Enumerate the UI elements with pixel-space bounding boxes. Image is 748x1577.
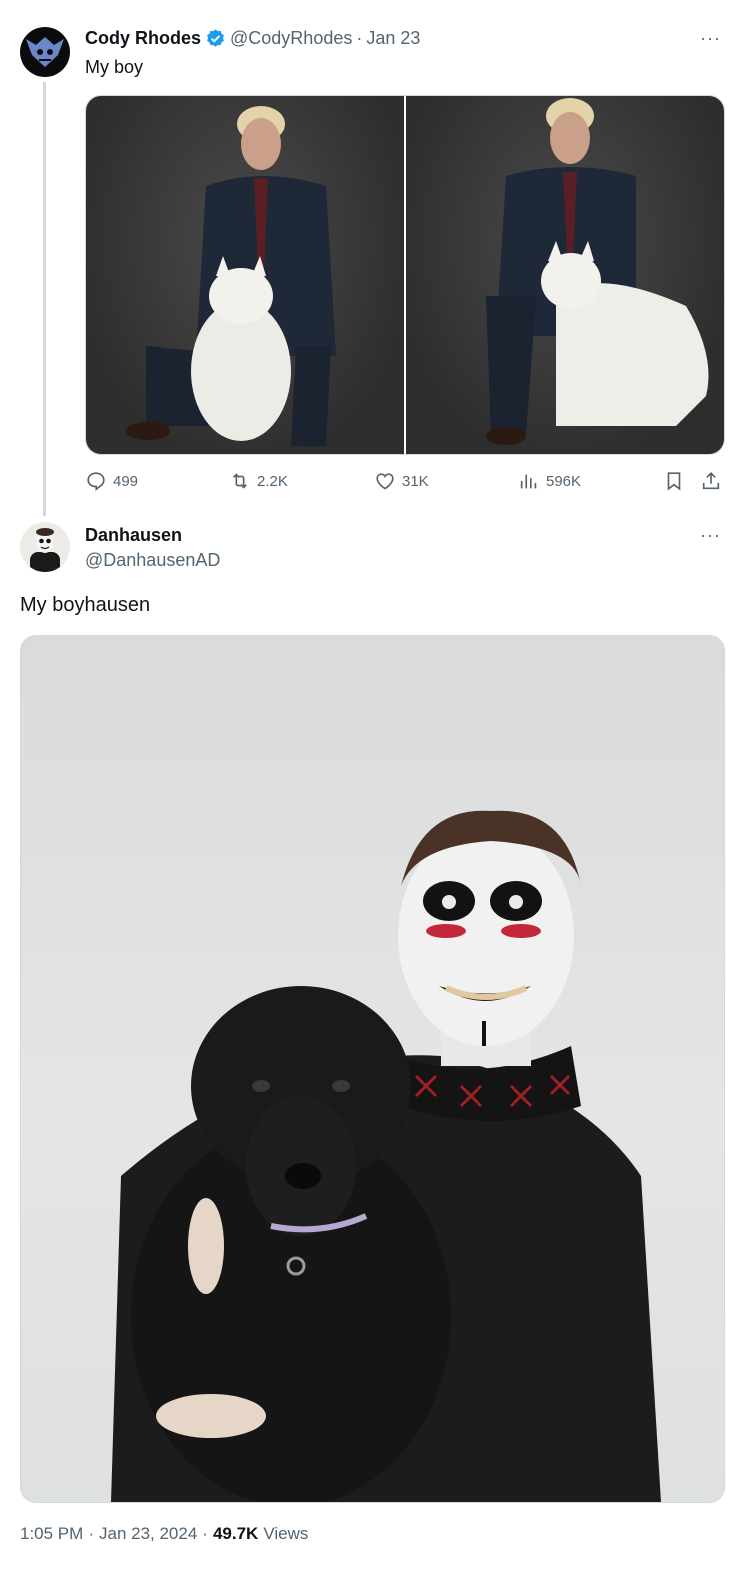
verified-badge-icon <box>207 29 224 47</box>
reply-count: 499 <box>113 472 139 490</box>
cody-header: Cody Rhodes @CodyRhodes · Jan 23 <box>85 28 420 49</box>
danhausen-media[interactable] <box>20 635 725 1503</box>
retweet-icon <box>232 473 248 489</box>
danhausen-more-button[interactable]: ··· <box>700 525 721 546</box>
retweet-button[interactable]: 2.2K <box>229 470 288 492</box>
tweet-meta-footer: 1:05 PM · Jan 23, 2024 · 49.7K Views <box>20 1524 308 1544</box>
analytics-icon <box>520 474 537 489</box>
views-button[interactable]: 596K <box>518 470 581 492</box>
cody-photo-right[interactable] <box>406 96 724 454</box>
share-button[interactable] <box>700 470 722 492</box>
danhausen-with-poodle-image <box>111 810 661 1502</box>
reply-icon <box>87 472 105 491</box>
footer-separator: · <box>88 1524 94 1543</box>
heart-icon <box>376 473 394 490</box>
retweet-count: 2.2K <box>257 472 288 490</box>
danhausen-avatar[interactable] <box>20 522 70 572</box>
footer-separator: · <box>202 1524 208 1543</box>
man-with-white-dog-image <box>126 106 336 446</box>
danhausen-display-name[interactable]: Danhausen <box>85 525 182 546</box>
cody-display-name[interactable]: Cody Rhodes <box>85 28 201 49</box>
like-count: 31K <box>402 472 429 490</box>
post-time[interactable]: 1:05 PM <box>20 1524 83 1544</box>
cody-photo-left[interactable] <box>86 96 404 454</box>
cody-tweet-text: My boy <box>85 57 144 77</box>
post-views-count: 49.7K <box>212 1524 259 1543</box>
danhausen-tweet-text: My boyhausen <box>20 594 151 616</box>
danhausen-avatar-image <box>30 528 60 572</box>
skull-logo-icon <box>26 37 64 67</box>
bookmark-icon <box>667 472 681 491</box>
post-views-label: Views <box>263 1524 309 1543</box>
reply-button[interactable]: 499 <box>85 470 138 492</box>
thread-connector-line <box>43 82 46 516</box>
header-separator: · <box>356 28 363 48</box>
views-count: 596K <box>546 472 582 490</box>
like-button[interactable]: 31K <box>374 470 429 492</box>
post-date[interactable]: Jan 23, 2024 <box>99 1524 197 1544</box>
cody-media-grid[interactable] <box>85 95 725 455</box>
danhausen-handle[interactable]: @DanhausenAD <box>85 550 220 571</box>
cody-tweet-date[interactable]: Jan 23 <box>366 28 420 49</box>
man-with-standing-dog-image <box>486 98 709 445</box>
cody-avatar[interactable] <box>20 27 70 77</box>
cody-more-button[interactable]: ··· <box>700 28 721 49</box>
bookmark-button[interactable] <box>663 470 685 492</box>
cody-handle[interactable]: @CodyRhodes <box>230 28 352 49</box>
share-icon <box>702 472 720 490</box>
